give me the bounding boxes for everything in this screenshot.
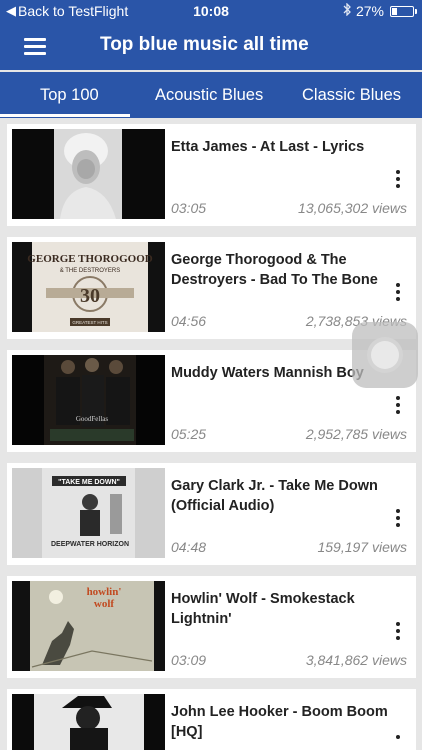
thumb-footer: DEEPWATER HORIZON (51, 541, 129, 548)
video-thumbnail[interactable]: GEORGE THOROGOOD & THE DESTROYERS 30 GRE… (12, 242, 165, 332)
more-options-icon[interactable] (395, 735, 401, 743)
battery-icon (390, 5, 417, 17)
video-duration: 04:48 (171, 539, 207, 555)
video-title[interactable]: Gary Clark Jr. - Take Me Down (Official … (171, 476, 401, 516)
video-item[interactable]: "TAKE ME DOWN" DEEPWATER HORIZON Gary Cl… (7, 463, 416, 565)
more-options-icon[interactable] (395, 170, 401, 190)
video-duration: 05:25 (171, 426, 207, 442)
tab-classic-blues[interactable]: Classic Blues (302, 86, 401, 105)
video-thumbnail[interactable]: howlin' wolf (12, 581, 165, 671)
thumb-sub: & THE DESTROYERS (60, 268, 121, 274)
active-tab-indicator (0, 114, 130, 117)
video-item[interactable]: Etta James - At Last - Lyrics 03:05 13,0… (7, 124, 416, 226)
video-duration: 03:05 (171, 200, 207, 216)
more-options-icon[interactable] (395, 396, 401, 416)
tab-acoustic-blues[interactable]: Acoustic Blues (155, 86, 263, 105)
video-thumbnail[interactable] (12, 129, 165, 219)
status-bar: ◀ Back to TestFlight 10:08 27% (0, 0, 422, 24)
thumb-number: 30 (80, 285, 100, 307)
bluetooth-icon (343, 2, 352, 19)
video-views: 3,841,862 views (305, 652, 407, 668)
video-item[interactable]: howlin' wolf Howlin' Wolf - Smokestack L… (7, 576, 416, 678)
thumb-band: GEORGE THOROGOOD (27, 253, 152, 265)
more-options-icon[interactable] (395, 283, 401, 303)
nav-bar: Top blue music all time (0, 24, 422, 70)
video-views: 2,952,785 views (305, 426, 407, 442)
thumb-banner: "TAKE ME DOWN" (58, 479, 120, 486)
video-title[interactable]: Howlin' Wolf - Smokestack Lightnin' (171, 589, 401, 629)
battery-percent: 27% (355, 3, 384, 19)
thumb-logo: GoodFellas (76, 415, 109, 423)
page-title: Top blue music all time (100, 34, 309, 55)
video-views: 159,197 views (317, 539, 407, 555)
video-duration: 03:09 (171, 652, 207, 668)
thumb-badge: GREATEST HITS (72, 320, 107, 325)
video-title[interactable]: George Thorogood & The Destroyers - Bad … (171, 250, 401, 290)
more-options-icon[interactable] (395, 509, 401, 529)
video-views: 13,065,302 views (298, 200, 407, 216)
thumb-logo-2: wolf (94, 598, 115, 610)
tab-bar: Top 100 Acoustic Blues Classic Blues (0, 72, 422, 118)
video-thumbnail[interactable]: GoodFellas (12, 355, 165, 445)
video-thumbnail[interactable]: "TAKE ME DOWN" DEEPWATER HORIZON (12, 468, 165, 558)
video-title[interactable]: Etta James - At Last - Lyrics (171, 137, 401, 157)
video-duration: 04:56 (171, 313, 207, 329)
video-title[interactable]: John Lee Hooker - Boom Boom [HQ] (171, 702, 401, 742)
hamburger-icon[interactable] (24, 38, 46, 55)
thumb-logo-1: howlin' (87, 586, 122, 598)
assistive-touch-button[interactable] (352, 322, 418, 388)
video-item[interactable]: GEORGE THOROGOOD & THE DESTROYERS 30 GRE… (7, 237, 416, 339)
more-options-icon[interactable] (395, 622, 401, 642)
video-item[interactable]: John Lee Hooker - Boom Boom [HQ] (7, 689, 416, 750)
video-thumbnail[interactable] (12, 694, 165, 750)
tab-top-100[interactable]: Top 100 (40, 86, 99, 105)
status-right: 27% (343, 2, 417, 19)
